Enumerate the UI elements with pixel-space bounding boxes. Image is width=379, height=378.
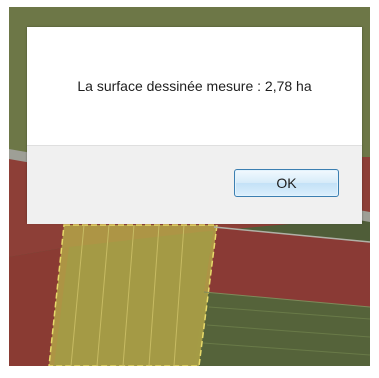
dialog-body: La surface dessinée mesure : 2,78 ha: [27, 27, 362, 145]
screenshot-frame: La surface dessinée mesure : 2,78 ha OK: [0, 0, 379, 378]
alert-dialog: La surface dessinée mesure : 2,78 ha OK: [27, 27, 362, 224]
ok-button[interactable]: OK: [234, 169, 339, 197]
drawn-area-polygon: [48, 224, 218, 366]
dialog-footer: OK: [27, 145, 362, 224]
dialog-message: La surface dessinée mesure : 2,78 ha: [77, 78, 312, 94]
